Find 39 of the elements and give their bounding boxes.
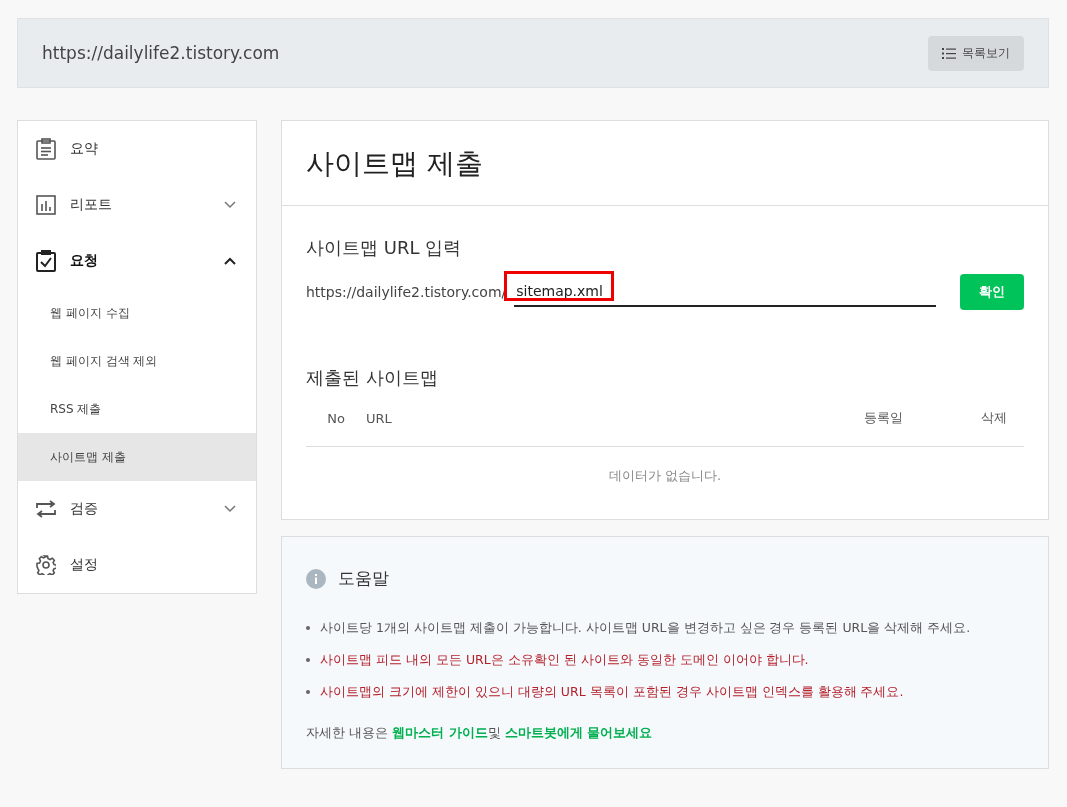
section-heading: 제출된 사이트맵 (306, 366, 439, 390)
checked-clipboard-icon (36, 250, 56, 272)
chevron-down-icon (224, 505, 236, 513)
list-icon (942, 47, 956, 59)
section-heading: 사이트맵 URL 입력 (306, 236, 463, 260)
help-note: 사이트맵의 크기에 제한이 있으니 대량의 URL 목록이 포함된 경우 사이트맵 인덱스를 활용해 주세요. (320, 683, 904, 701)
sidebar-item[interactable]: 요청 (18, 233, 256, 289)
column-header: URL (366, 410, 393, 426)
empty-message: 데이터가 없습니다. (607, 467, 723, 485)
bullet-dot (306, 690, 310, 694)
help-title: 도움말 (338, 567, 389, 590)
bullet-dot (306, 626, 310, 630)
sidebar-subitem[interactable]: 사이트맵 제출 (18, 433, 256, 481)
chevron-down-icon (224, 201, 236, 209)
sidebar-subitem[interactable]: 웹 페이지 수집 (18, 289, 256, 337)
sidebar-item[interactable]: 요약 (18, 121, 256, 177)
url-input-field[interactable]: sitemap.xml (514, 277, 936, 307)
bar-chart-icon (36, 195, 56, 215)
swap-arrows-icon (36, 500, 56, 518)
sidebar-item[interactable]: 설정 (18, 537, 256, 593)
clipboard-icon (36, 138, 56, 160)
help-note: 사이트맵 피드 내의 모든 URL은 소유확인 된 사이트와 동일한 도메인 이어야 합니다. (320, 651, 809, 669)
info-icon (306, 568, 326, 589)
url-prefix: https://dailylife2.tistory.com/ (306, 284, 507, 300)
column-header: 등록일 (864, 409, 904, 427)
sidebar-subitem[interactable]: 웹 페이지 검색 제외 (18, 337, 256, 385)
list-view-button[interactable]: 목록보기 (928, 35, 1024, 71)
help-note: 사이트당 1개의 사이트맵 제출이 가능합니다. 사이트맵 URL을 변경하고 싶은 경우 등록된 URL을 삭제해 주세요. (320, 619, 971, 637)
sidebar-item[interactable]: 검증 (18, 481, 256, 537)
column-header: 삭제 (980, 409, 1008, 427)
bullet-dot (306, 658, 310, 662)
site-url: https://dailylife2.tistory.com (42, 43, 280, 63)
help-footer-text: 자세한 내용은 웹마스터 가이드및 스마트봇에게 물어보세요 (306, 724, 654, 742)
sidebar-subitem[interactable]: RSS 제출 (18, 385, 256, 433)
column-header: No (326, 410, 346, 426)
page-title: 사이트맵 제출 (282, 121, 1048, 206)
chevron-up-icon (224, 257, 236, 265)
settings-icon (36, 555, 56, 575)
sidebar-item[interactable]: 리포트 (18, 177, 256, 233)
